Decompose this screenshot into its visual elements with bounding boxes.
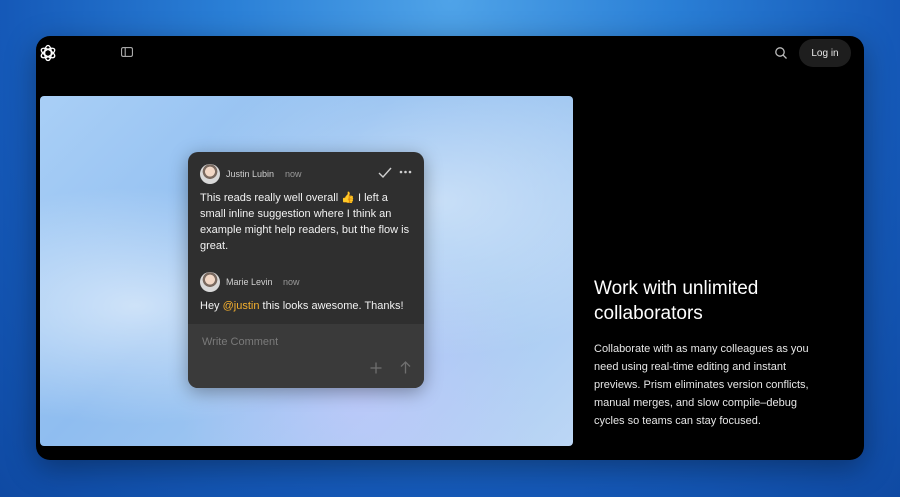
search-icon[interactable]	[774, 46, 788, 60]
comment-author: Marie Levin	[226, 277, 273, 287]
sidebar-toggle-icon[interactable]	[121, 47, 133, 57]
comment-time: now	[285, 169, 302, 179]
check-icon[interactable]	[378, 167, 392, 179]
user-mention[interactable]: @justin	[223, 300, 260, 312]
avatar	[200, 272, 220, 292]
plus-icon[interactable]	[370, 362, 382, 374]
comment-text-start: Hey	[200, 300, 223, 312]
openai-logo-icon[interactable]	[38, 43, 58, 63]
comment-card: Justin Lubin now This reads really well …	[188, 152, 424, 388]
comment-author: Justin Lubin	[226, 169, 275, 179]
comment-text-end: this looks awesome. Thanks!	[259, 300, 404, 312]
feature-description: Collaborate with as many colleagues as y…	[594, 343, 809, 427]
login-button[interactable]: Log in	[799, 39, 851, 67]
arrow-up-icon[interactable]	[400, 361, 411, 374]
avatar	[200, 164, 220, 184]
comment-composer	[188, 324, 424, 388]
comment-text: This reads really well overall 👍 I left …	[200, 192, 410, 252]
comment-time: now	[283, 277, 300, 287]
more-horizontal-icon[interactable]	[399, 170, 412, 174]
preview-panel: Justin Lubin now This reads really well …	[40, 96, 573, 446]
write-comment-input[interactable]	[200, 332, 404, 352]
feature-title: Work with unlimited collaborators	[594, 278, 759, 324]
comment-text: Hey @justin this looks awesome. Thanks!	[200, 298, 420, 314]
app-window: Log in Justin Lubin now This reads reall…	[36, 36, 864, 460]
